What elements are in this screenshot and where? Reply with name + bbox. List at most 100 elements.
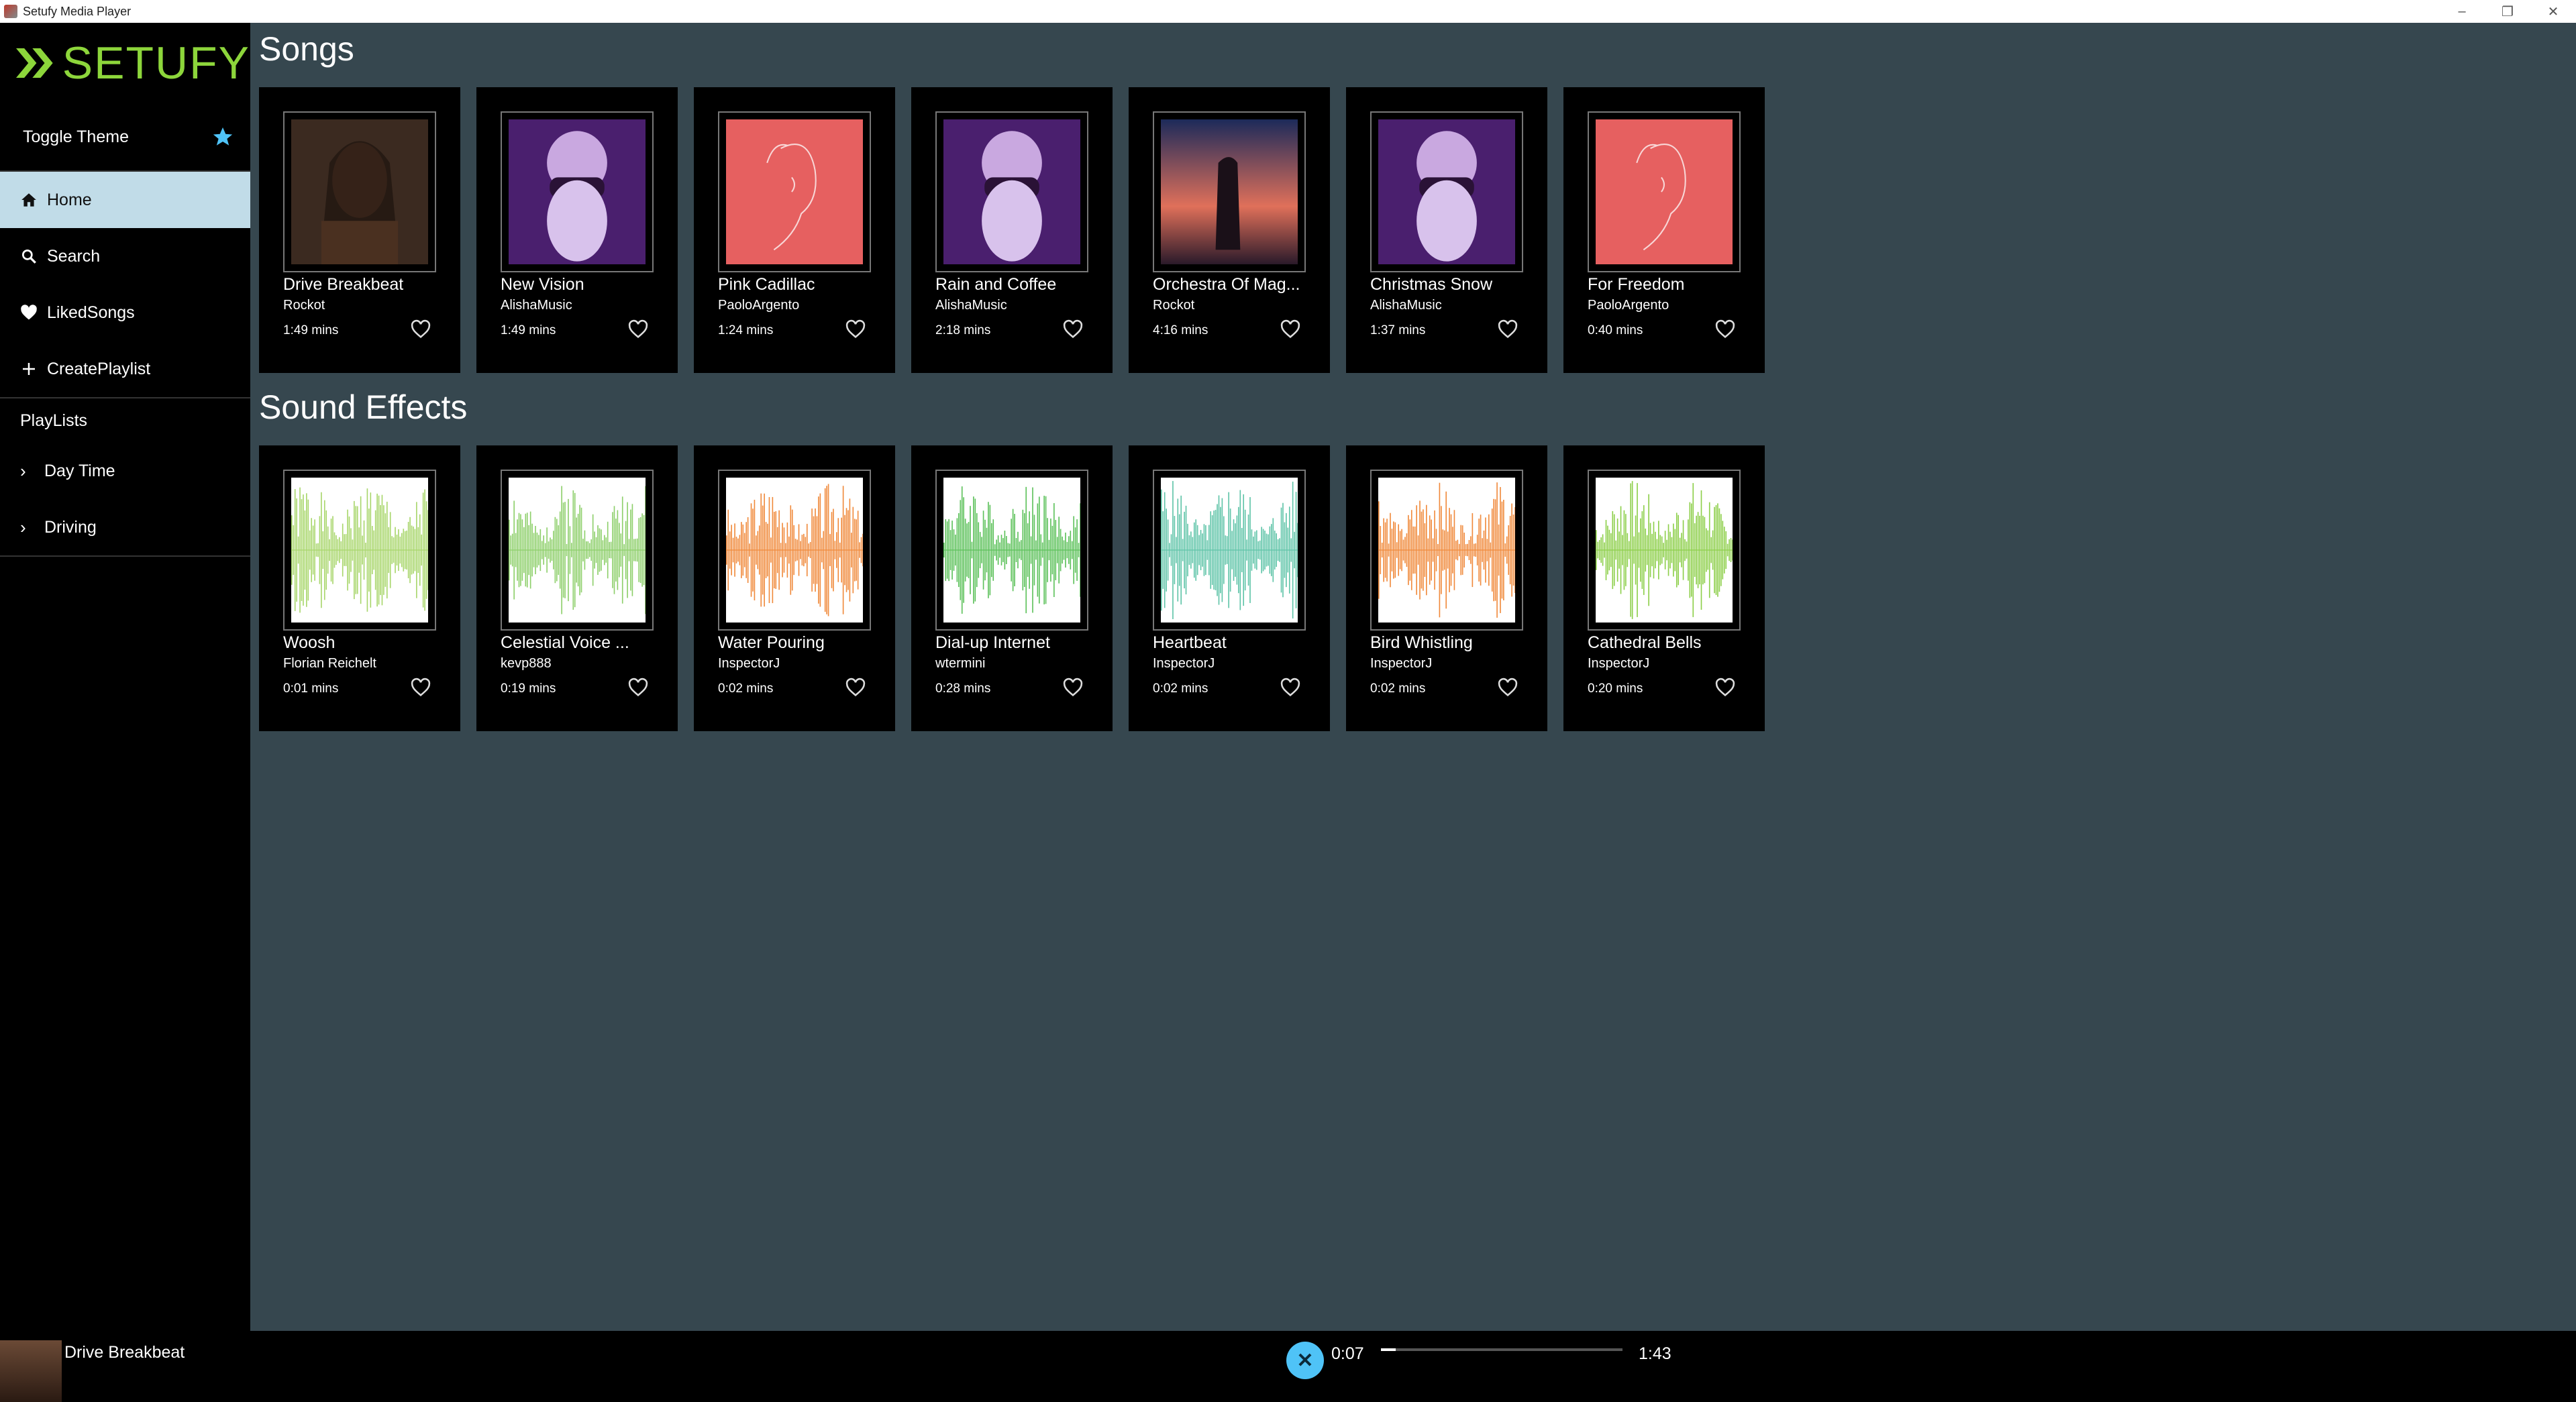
nav-home-label: Home (47, 190, 92, 209)
cover-art[interactable] (501, 111, 654, 272)
like-heart-icon[interactable] (1062, 318, 1084, 341)
track-artist: Rockot (1153, 298, 1195, 313)
sound-effect-card[interactable]: Woosh Florian Reichelt 0:01 mins (259, 445, 460, 731)
track-artist: PaoloArgento (718, 298, 800, 313)
sound-effect-card[interactable]: Water Pouring InspectorJ 0:02 mins (694, 445, 895, 731)
chevrons-logo-icon (16, 48, 53, 78)
song-card[interactable]: New Vision AlishaMusic 1:49 mins (476, 87, 678, 373)
track-title: Woosh (283, 633, 336, 652)
close-window-icon[interactable]: ✕ (2530, 0, 2576, 23)
track-title: For Freedom (1588, 275, 1685, 294)
cover-art[interactable] (1588, 470, 1741, 631)
player-bar: Drive Breakbeat ✕ 0:07 1:43 (0, 1331, 2576, 1402)
track-artist: AlishaMusic (1370, 298, 1442, 313)
track-duration: 4:16 mins (1153, 323, 1208, 337)
track-duration: 0:02 mins (718, 682, 774, 696)
star-icon[interactable] (211, 125, 234, 148)
nav-search[interactable]: Search (0, 228, 250, 284)
like-heart-icon[interactable] (627, 676, 650, 699)
track-title: New Vision (501, 275, 584, 294)
nav-divider (0, 555, 250, 557)
track-duration: 0:02 mins (1153, 682, 1208, 696)
track-artist: AlishaMusic (935, 298, 1007, 313)
track-artist: Rockot (283, 298, 325, 313)
track-artist: PaoloArgento (1588, 298, 1669, 313)
song-card[interactable]: For Freedom PaoloArgento 0:40 mins (1563, 87, 1765, 373)
track-title: Water Pouring (718, 633, 825, 652)
cover-art[interactable] (1588, 111, 1741, 272)
sound-effect-card[interactable]: Bird Whistling InspectorJ 0:02 mins (1346, 445, 1547, 731)
like-heart-icon[interactable] (1496, 318, 1519, 341)
sound-effect-card[interactable]: Dial-up Internet wtermini 0:28 mins (911, 445, 1113, 731)
restore-icon[interactable]: ❐ (2485, 0, 2530, 23)
like-heart-icon[interactable] (409, 318, 432, 341)
like-heart-icon[interactable] (627, 318, 650, 341)
song-card[interactable]: Christmas Snow AlishaMusic 1:37 mins (1346, 87, 1547, 373)
close-player-button[interactable]: ✕ (1286, 1342, 1324, 1379)
main-content: Songs Drive Breakbeat Rockot 1:49 mins New … (250, 23, 2576, 1331)
track-title: Orchestra Of Mag... (1153, 275, 1300, 294)
song-card[interactable]: Rain and Coffee AlishaMusic 2:18 mins (911, 87, 1113, 373)
nav-liked-songs[interactable]: LikedSongs (0, 284, 250, 341)
track-title: Bird Whistling (1370, 633, 1473, 652)
cover-art[interactable] (1153, 111, 1306, 272)
minimize-icon[interactable]: – (2439, 0, 2485, 23)
like-heart-icon[interactable] (1714, 676, 1737, 699)
track-artist: InspectorJ (1153, 656, 1215, 671)
track-duration: 0:40 mins (1588, 323, 1643, 337)
chevron-right-icon: › (20, 517, 26, 537)
track-title: Cathedral Bells (1588, 633, 1702, 652)
like-heart-icon[interactable] (1496, 676, 1519, 699)
cover-art[interactable] (935, 470, 1088, 631)
song-card[interactable]: Orchestra Of Mag... Rockot 4:16 mins (1129, 87, 1330, 373)
toggle-theme-row[interactable]: Toggle Theme (0, 103, 250, 172)
track-artist: Florian Reichelt (283, 656, 376, 671)
cover-art[interactable] (283, 470, 436, 631)
app-icon (4, 5, 17, 18)
song-card[interactable]: Pink Cadillac PaoloArgento 1:24 mins (694, 87, 895, 373)
nav-create-playlist[interactable]: CreatePlaylist (0, 341, 250, 397)
like-heart-icon[interactable] (844, 318, 867, 341)
sound-effect-card[interactable]: Celestial Voice ... kevp888 0:19 mins (476, 445, 678, 731)
cover-art[interactable] (501, 470, 654, 631)
like-heart-icon[interactable] (844, 676, 867, 699)
track-duration: 1:24 mins (718, 323, 774, 337)
track-title: Heartbeat (1153, 633, 1227, 652)
cover-art[interactable] (718, 470, 871, 631)
toggle-theme-label: Toggle Theme (23, 127, 129, 146)
cover-art[interactable] (283, 111, 436, 272)
playlist-item-day-time[interactable]: › Day Time (0, 443, 250, 499)
close-icon: ✕ (1296, 1349, 1314, 1372)
cover-art[interactable] (935, 111, 1088, 272)
nav-liked-songs-label: LikedSongs (47, 303, 135, 322)
sidebar: SETUFY Toggle Theme Home Search LikedSon… (0, 23, 250, 1331)
songs-section-title: Songs (259, 30, 354, 68)
nav-create-playlist-label: CreatePlaylist (47, 359, 151, 378)
nav-home[interactable]: Home (0, 172, 250, 228)
sound-effect-card[interactable]: Cathedral Bells InspectorJ 0:20 mins (1563, 445, 1765, 731)
playlist-label: Day Time (44, 461, 115, 480)
song-card[interactable]: Drive Breakbeat Rockot 1:49 mins (259, 87, 460, 373)
track-duration: 0:01 mins (283, 682, 339, 696)
track-title: Celestial Voice ... (501, 633, 629, 652)
sound-effect-card[interactable]: Heartbeat InspectorJ 0:02 mins (1129, 445, 1330, 731)
cover-art[interactable] (1153, 470, 1306, 631)
songs-row: Drive Breakbeat Rockot 1:49 mins New Vision… (259, 87, 1765, 373)
like-heart-icon[interactable] (1279, 318, 1302, 341)
like-heart-icon[interactable] (1279, 676, 1302, 699)
cover-art[interactable] (1370, 111, 1523, 272)
cover-art[interactable] (1370, 470, 1523, 631)
track-duration: 1:49 mins (501, 323, 556, 337)
logo: SETUFY (0, 23, 250, 103)
track-artist: kevp888 (501, 656, 552, 671)
like-heart-icon[interactable] (1062, 676, 1084, 699)
like-heart-icon[interactable] (1714, 318, 1737, 341)
track-title: Drive Breakbeat (283, 275, 404, 294)
like-heart-icon[interactable] (409, 676, 432, 699)
playlists-header: PlayLists (20, 411, 88, 430)
playlist-item-driving[interactable]: › Driving (0, 499, 250, 555)
track-title: Christmas Snow (1370, 275, 1492, 294)
track-title: Rain and Coffee (935, 275, 1057, 294)
progress-slider[interactable] (1381, 1348, 1622, 1351)
cover-art[interactable] (718, 111, 871, 272)
